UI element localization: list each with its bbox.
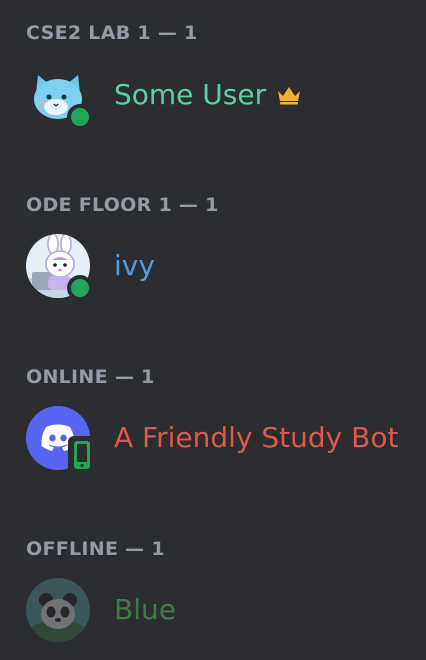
avatar (26, 406, 96, 474)
avatar (26, 63, 93, 130)
mobile-status-icon (68, 436, 96, 474)
group-header-offline: OFFLINE — 1 (26, 538, 165, 560)
member-some-user[interactable]: Some User (26, 63, 418, 130)
member-ivy[interactable]: ivy (26, 234, 418, 301)
group-header-cse2-lab: CSE2 LAB 1 — 1 (26, 22, 198, 44)
member-name: Some User (114, 78, 267, 111)
online-status-icon (67, 104, 93, 130)
crown-icon (278, 87, 301, 105)
avatar (26, 578, 90, 642)
online-status-icon (67, 275, 93, 301)
member-name: ivy (114, 249, 155, 282)
avatar (26, 234, 93, 301)
panda-avatar-icon (26, 578, 90, 642)
group-header-ode-floor: ODE FLOOR 1 — 1 (26, 194, 219, 216)
group-header-online: ONLINE — 1 (26, 366, 155, 388)
member-name: A Friendly Study Bot (114, 421, 399, 454)
member-name: Blue (114, 593, 176, 626)
member-list: CSE2 LAB 1 — 1 Some User ODE FLOOR 1 — 1 (0, 0, 426, 660)
member-friendly-study-bot[interactable]: A Friendly Study Bot (26, 406, 418, 474)
member-blue[interactable]: Blue (26, 578, 418, 642)
